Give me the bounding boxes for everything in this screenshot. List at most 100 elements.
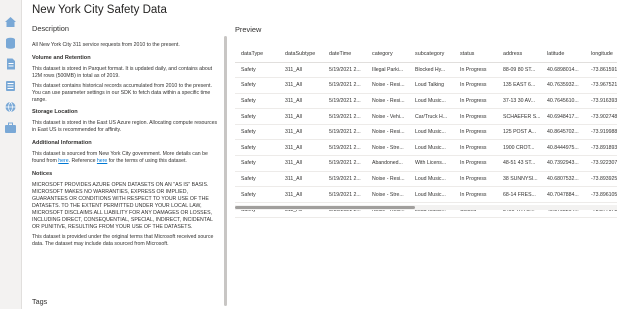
column-header[interactable]: dataSubtype [279, 47, 323, 63]
table-cell: Noise - Resi... [366, 93, 409, 110]
table-cell: -73.891893... [585, 139, 617, 157]
table-row[interactable]: Safety 311_All 5/19/2021 2... Noise - Resi.… [235, 93, 617, 110]
table-cell: Loud Music... [409, 93, 454, 110]
table-cell: Noise - Resi... [366, 124, 409, 141]
table-cell: 40.6898014... [541, 62, 585, 79]
table-cell: Noise - Vehi... [366, 108, 409, 125]
table-cell: 5/19/2021 2... [323, 124, 366, 141]
table-cell: 311_All [279, 77, 323, 94]
table-cell: Safety [235, 124, 279, 141]
list-icon[interactable] [4, 80, 17, 92]
description-pane: Description All New York City 311 servic… [32, 24, 220, 309]
table-cell: SCHAEFER S... [497, 108, 541, 125]
column-header[interactable]: category [366, 47, 409, 63]
database-icon[interactable] [4, 37, 17, 49]
description-scrollbar[interactable] [224, 36, 227, 306]
preview-table: dataType dataSubtype dateTime category subca… [235, 47, 617, 219]
table-cell: 311_All [279, 155, 323, 172]
scrollbar-thumb[interactable] [235, 206, 415, 209]
table-cell: In Progress [454, 93, 497, 110]
table-row[interactable]: Safety 311_All 5/19/2021 2... Illegal Parki… [235, 62, 617, 79]
preview-horizontal-scrollbar[interactable] [235, 205, 617, 210]
table-cell: 311_All [279, 139, 323, 157]
table-row[interactable]: Safety 311_All 5/19/2021 2... Noise - Vehi.… [235, 108, 617, 125]
table-cell: Safety [235, 108, 279, 125]
table-cell: -73.922307... [585, 155, 617, 172]
table-cell: 5/19/2021 2... [323, 155, 366, 172]
table-cell: -73.919988... [585, 124, 617, 141]
table-row[interactable]: Safety 311_All 5/19/2021 2... Noise - Resi.… [235, 124, 617, 141]
table-cell: 40.8444975... [541, 139, 585, 157]
table-cell: Loud Music... [409, 171, 454, 188]
volume-heading: Volume and Retention [32, 54, 91, 61]
table-cell: -73.893925... [585, 171, 617, 188]
table-cell: Noise - Stre... [366, 139, 409, 157]
table-cell: -73.967521... [585, 77, 617, 94]
column-header[interactable]: subcategory [409, 47, 454, 63]
table-row[interactable]: Safety 311_All 5/19/2021 2... Noise - Stre.… [235, 186, 617, 203]
globe-icon[interactable] [4, 101, 17, 113]
table-cell: 311_All [279, 108, 323, 125]
home-icon[interactable] [4, 16, 17, 28]
table-cell: With Licens... [409, 155, 454, 172]
table-cell: 48-51 43 ST... [497, 155, 541, 172]
table-cell: 135 EAST 6... [497, 77, 541, 94]
preview-heading: Preview [235, 25, 262, 34]
table-row[interactable]: Safety 311_All 5/19/2021 2... Abandoned... W… [235, 155, 617, 172]
notices-heading: Notices [32, 171, 53, 178]
additional-text: This dataset is sourced from New York Ci… [32, 151, 220, 165]
table-cell: In Progress [454, 186, 497, 203]
column-header[interactable]: status [454, 47, 497, 63]
table-cell: Safety [235, 186, 279, 203]
column-header[interactable]: address [497, 47, 541, 63]
additional-text-part-3: for the terms of using this dataset. [107, 158, 187, 165]
table-cell: 1900 CROT... [497, 139, 541, 157]
table-cell: In Progress [454, 124, 497, 141]
terms-link[interactable]: here [97, 158, 107, 164]
column-header[interactable]: dataType [235, 47, 279, 63]
table-cell: 40.7392943... [541, 155, 585, 172]
notices-text: MICROSOFT PROVIDES AZURE OPEN DATASETS O… [32, 182, 213, 230]
source-link[interactable]: here [58, 158, 68, 164]
table-cell: Loud Talking [409, 77, 454, 94]
table-cell: Safety [235, 62, 279, 79]
table-cell: Loud Music... [409, 139, 454, 157]
briefcase-icon[interactable] [4, 122, 17, 134]
volume-text: This dataset is stored in Parquet format… [32, 65, 213, 79]
table-cell: 311_All [279, 62, 323, 79]
column-header[interactable]: dateTime [323, 47, 366, 63]
table-cell: Safety [235, 139, 279, 157]
page-title: New York City Safety Data [32, 4, 167, 16]
document-icon[interactable] [4, 58, 17, 70]
table-cell: -73.916393... [585, 93, 617, 110]
table-cell: Loud Music... [409, 124, 454, 141]
table-cell: 40.6807532... [541, 171, 585, 188]
table-cell: 40.7635932... [541, 77, 585, 94]
table-cell: 40.7645610... [541, 93, 585, 110]
table-cell: Noise - Resi... [366, 171, 409, 188]
table-cell: Safety [235, 171, 279, 188]
table-cell: Abandoned... [366, 155, 409, 172]
table-row[interactable]: Safety 311_All 5/19/2021 2... Noise - Resi.… [235, 77, 617, 94]
table-cell: 40.7047884... [541, 186, 585, 203]
table-cell: Loud Music... [409, 186, 454, 203]
table-cell: 5/19/2021 2... [323, 139, 366, 157]
table-cell: 68-14 FRES... [497, 186, 541, 203]
table-cell: -73.896105... [585, 186, 617, 203]
table-cell: Safety [235, 155, 279, 172]
table-cell: Safety [235, 77, 279, 94]
table-cell: Illegal Parki... [366, 62, 409, 79]
table-cell: In Progress [454, 62, 497, 79]
table-row[interactable]: Safety 311_All 5/19/2021 2... Noise - Resi.… [235, 171, 617, 188]
column-header[interactable]: longitude [585, 47, 617, 63]
table-cell: In Progress [454, 77, 497, 94]
table-cell: 125 POST A... [497, 124, 541, 141]
column-header[interactable]: latitude [541, 47, 585, 63]
table-cell: 40.8645702... [541, 124, 585, 141]
table-cell: 38 SUNNYSI... [497, 171, 541, 188]
table-row[interactable]: Safety 311_All 5/19/2021 2... Noise - Stre.… [235, 139, 617, 157]
table-cell: 311_All [279, 93, 323, 110]
table-cell: 5/19/2021 2... [323, 108, 366, 125]
table-cell: Car/Truck H... [409, 108, 454, 125]
table-cell: 5/19/2021 2... [323, 171, 366, 188]
